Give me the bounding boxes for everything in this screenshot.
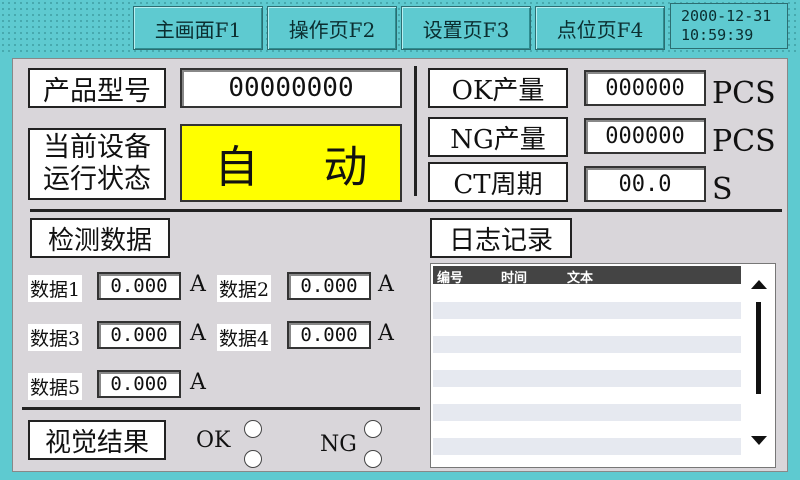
log-scrollbar[interactable] xyxy=(745,266,773,464)
scroll-up-icon[interactable] xyxy=(751,280,767,289)
log-row[interactable] xyxy=(433,353,741,370)
vision-ok-label: OK xyxy=(196,428,231,453)
data3-unit: A xyxy=(190,321,206,346)
vision-result-title: 视觉结果 xyxy=(28,420,166,460)
vision-ng-indicator-2 xyxy=(364,450,382,468)
nav-main-screen-button[interactable]: 主画面F1 xyxy=(133,6,263,50)
scroll-down-icon[interactable] xyxy=(751,436,767,445)
data2-field: 0.000 xyxy=(287,272,371,300)
log-row[interactable] xyxy=(433,319,741,336)
log-title: 日志记录 xyxy=(430,218,572,258)
cycle-time-unit: S xyxy=(712,172,733,207)
log-row[interactable] xyxy=(433,302,741,319)
log-col-number: 编号 xyxy=(437,271,464,286)
data1-unit: A xyxy=(190,272,206,297)
data5-unit: A xyxy=(190,370,206,395)
horizontal-divider-bottom xyxy=(22,407,420,410)
device-state-indicator: 自 动 xyxy=(180,124,402,202)
clock-time: 10:59:39 xyxy=(681,26,754,44)
cycle-time-field: 00.0 xyxy=(584,166,706,202)
vertical-divider xyxy=(414,66,417,196)
vision-ng-label: NG xyxy=(320,432,357,457)
vision-ng-indicator-1 xyxy=(364,420,382,438)
log-row[interactable] xyxy=(433,285,741,302)
nav-points-page-button[interactable]: 点位页F4 xyxy=(535,6,665,50)
log-row[interactable] xyxy=(433,455,741,467)
data4-label: 数据4 xyxy=(217,324,272,351)
log-row[interactable] xyxy=(433,370,741,387)
log-table-header: 编号 时间 文本 xyxy=(433,266,741,286)
detection-data-title: 检测数据 xyxy=(30,218,170,258)
data3-label: 数据3 xyxy=(28,324,83,351)
clock-display: 2000-12-31 10:59:39 xyxy=(670,3,788,49)
data1-label: 数据1 xyxy=(28,275,83,302)
clock-date: 2000-12-31 xyxy=(681,7,772,25)
device-state-char2: 动 xyxy=(323,142,368,193)
data2-label: 数据2 xyxy=(217,275,272,302)
log-row[interactable] xyxy=(433,336,741,353)
log-row[interactable] xyxy=(433,387,741,404)
data1-field: 0.000 xyxy=(97,272,181,300)
device-state-label-line1: 当前设备 xyxy=(43,132,151,163)
data2-unit: A xyxy=(378,272,394,297)
product-model-field[interactable]: 00000000 xyxy=(180,68,402,108)
device-state-label: 当前设备 运行状态 xyxy=(28,128,166,200)
log-row[interactable] xyxy=(433,404,741,421)
device-state-label-line2: 运行状态 xyxy=(43,164,151,195)
data3-field: 0.000 xyxy=(97,321,181,349)
vision-ok-indicator-1 xyxy=(244,420,262,438)
log-col-text: 文本 xyxy=(567,271,594,286)
log-row[interactable] xyxy=(433,421,741,438)
log-table: 编号 时间 文本 xyxy=(430,263,776,468)
nav-settings-page-button[interactable]: 设置页F3 xyxy=(401,6,531,50)
product-model-label: 产品型号 xyxy=(28,68,166,108)
ok-count-unit: PCS xyxy=(712,76,776,111)
data4-unit: A xyxy=(378,321,394,346)
log-row[interactable] xyxy=(433,438,741,455)
log-col-time: 时间 xyxy=(501,271,528,286)
ok-count-label: OK产量 xyxy=(428,68,568,108)
device-state-char1: 自 xyxy=(214,142,259,193)
horizontal-divider-top xyxy=(30,209,782,212)
data4-field: 0.000 xyxy=(287,321,371,349)
scroll-thumb[interactable] xyxy=(756,302,761,394)
top-nav-bar: 主画面F1 操作页F2 设置页F3 点位页F4 2000-12-31 10:59… xyxy=(0,0,800,56)
ng-count-field: 000000 xyxy=(584,118,706,154)
ng-count-unit: PCS xyxy=(712,124,776,159)
ng-count-label: NG产量 xyxy=(428,117,568,157)
ok-count-field: 000000 xyxy=(584,70,706,106)
vision-ok-indicator-2 xyxy=(244,450,262,468)
cycle-time-label: CT周期 xyxy=(428,162,568,202)
data5-field: 0.000 xyxy=(97,370,181,398)
nav-operation-page-button[interactable]: 操作页F2 xyxy=(267,6,397,50)
data5-label: 数据5 xyxy=(28,373,83,400)
